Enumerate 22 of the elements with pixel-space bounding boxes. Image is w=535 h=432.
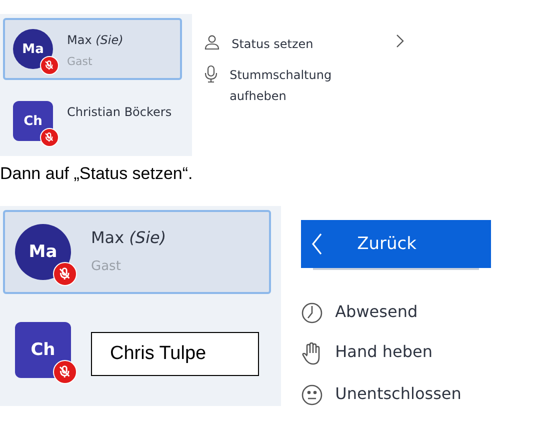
- clock-icon: [301, 302, 324, 324]
- caption-text: Dann auf „Status setzen“.: [0, 164, 194, 184]
- participant-card[interactable]: Ma Max (Sie) Gast: [3, 210, 272, 294]
- microphone-icon: [204, 65, 218, 83]
- participant-name: Max (Sie): [91, 228, 166, 247]
- name-label-box: Chris Tulpe: [91, 332, 260, 376]
- back-chevron-icon: [311, 232, 324, 256]
- participant-role: Gast: [67, 55, 94, 68]
- participant-name: Christian Böckers: [67, 105, 172, 119]
- menu-item[interactable]: Hand heben: [301, 342, 492, 366]
- menu-item[interactable]: Stummschaltung aufheben: [204, 65, 422, 107]
- participant-name: Max (Sie): [67, 33, 124, 47]
- neutral-face-icon: [301, 384, 324, 406]
- menu-item[interactable]: Status setzen: [204, 34, 422, 55]
- participant-card[interactable]: Ch Chris Tulpe: [3, 308, 272, 392]
- menu-item[interactable]: Abwesend: [301, 302, 492, 324]
- menu-item[interactable]: Unentschlossen: [301, 384, 492, 406]
- back-button[interactable]: Zurück: [301, 220, 492, 268]
- participant-role: Gast: [91, 259, 122, 274]
- person-icon: [204, 34, 220, 50]
- participant-card[interactable]: Ch Christian Böckers: [3, 90, 182, 152]
- participant-card[interactable]: Ma Max (Sie) Gast: [3, 18, 182, 80]
